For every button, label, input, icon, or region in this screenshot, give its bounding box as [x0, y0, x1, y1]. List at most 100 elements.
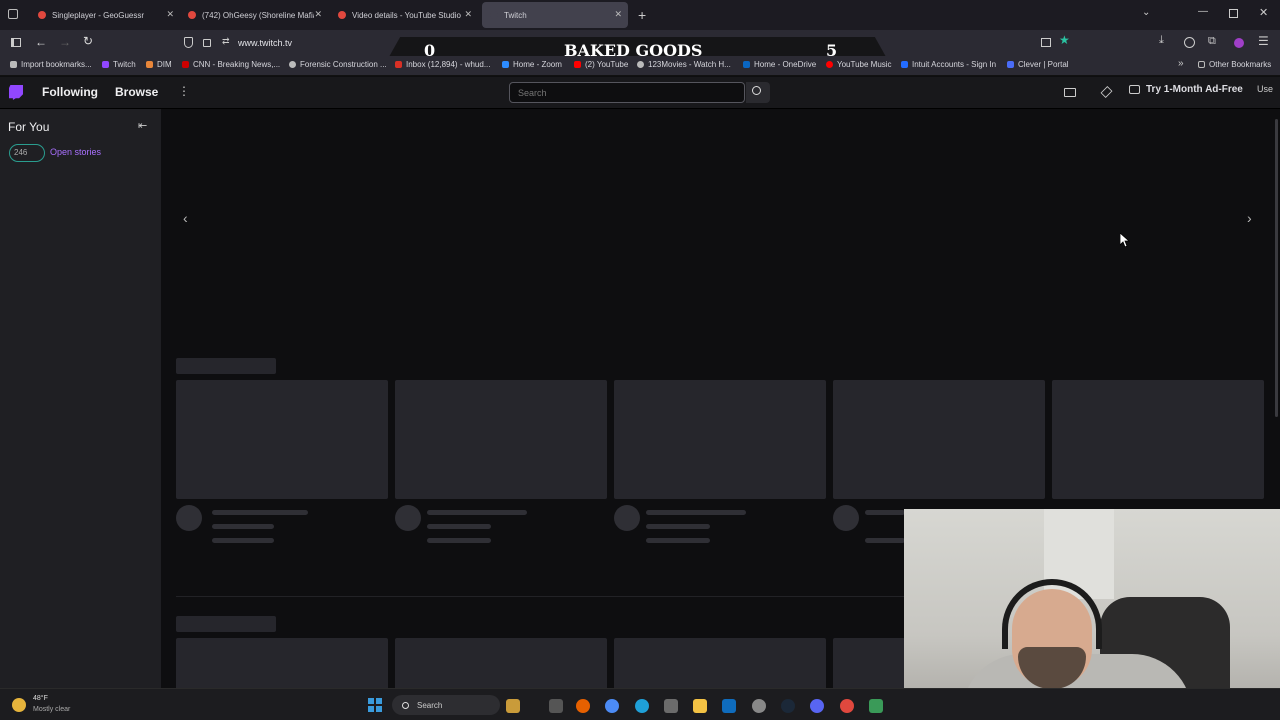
for-you-heading: For You: [8, 120, 50, 134]
bookmark-youtube-music[interactable]: YouTube Music: [826, 60, 892, 69]
zoom-icon: [502, 61, 509, 68]
widgets-icon[interactable]: [506, 699, 520, 713]
lock-icon[interactable]: [203, 39, 211, 47]
bookmark-123movies[interactable]: 123Movies - Watch H...: [637, 60, 731, 69]
media-player-icon[interactable]: [840, 699, 854, 713]
carousel-prev-icon[interactable]: ‹: [183, 210, 188, 226]
bookmark-inbox[interactable]: Inbox (12,894) - whud...: [395, 60, 491, 69]
tab-youtube-ohgeesy[interactable]: (742) OhGeesy (Shoreline Mafia ✕: [180, 2, 328, 28]
settings-icon[interactable]: [752, 699, 766, 713]
stream-card-skeleton[interactable]: [176, 380, 388, 499]
user-menu-partial[interactable]: Use: [1257, 84, 1273, 94]
twitch-logo-icon[interactable]: [9, 85, 23, 100]
close-icon[interactable]: ✕: [464, 9, 472, 20]
other-bookmarks[interactable]: Other Bookmarks: [1198, 60, 1271, 69]
avatar: [833, 505, 859, 531]
minimize-icon[interactable]: —: [1198, 6, 1208, 17]
stream-card-skeleton[interactable]: [395, 380, 607, 499]
search-icon: [402, 701, 409, 709]
task-view-icon[interactable]: [549, 699, 563, 713]
reader-view-icon[interactable]: [1041, 38, 1051, 47]
bookmark-clever[interactable]: Clever | Portal: [1007, 60, 1069, 69]
permissions-icon[interactable]: ⇄: [222, 36, 230, 47]
discord-icon[interactable]: [810, 699, 824, 713]
store-icon[interactable]: [664, 699, 678, 713]
bookmark-star-icon[interactable]: ★: [1059, 33, 1070, 47]
copilot-icon[interactable]: [605, 699, 619, 713]
file-explorer-icon[interactable]: [693, 699, 707, 713]
profile-icon[interactable]: [1234, 38, 1244, 48]
close-window-icon[interactable]: ✕: [1259, 6, 1268, 19]
bookmark-import[interactable]: Import bookmarks...: [10, 60, 92, 69]
section-title-skeleton: [176, 616, 276, 632]
bookmark-cnn[interactable]: CNN - Breaking News,...: [182, 60, 280, 69]
subtitle-skeleton: [427, 538, 491, 543]
list-all-tabs-icon[interactable]: ⌄: [1142, 7, 1150, 18]
sidebar-toggle-icon[interactable]: [11, 38, 21, 47]
restore-icon[interactable]: [1229, 9, 1238, 18]
open-stories-link[interactable]: Open stories: [50, 147, 101, 157]
obs-app-icon[interactable]: [869, 699, 883, 713]
stream-card-skeleton[interactable]: [1052, 380, 1264, 499]
new-tab-icon[interactable]: +: [638, 7, 646, 23]
intuit-icon: [901, 61, 908, 68]
inbox-icon[interactable]: [1064, 88, 1076, 97]
bits-icon[interactable]: [1100, 86, 1113, 98]
close-icon[interactable]: ✕: [166, 9, 174, 20]
tab-label: (742) OhGeesy (Shoreline Mafia: [202, 10, 314, 20]
bookmark-intuit[interactable]: Intuit Accounts - Sign In: [901, 60, 996, 69]
search-input[interactable]: [509, 82, 745, 103]
back-icon[interactable]: ←: [35, 35, 47, 49]
stories-badge[interactable]: 246: [9, 144, 45, 162]
windows-start-icon[interactable]: [368, 698, 382, 712]
other-bookmarks-label: Other Bookmarks: [1209, 60, 1272, 69]
twitch-icon: [102, 61, 109, 68]
subtitle-skeleton: [212, 524, 274, 529]
outlook-icon[interactable]: [722, 699, 736, 713]
firefox-icon[interactable]: [576, 699, 590, 713]
bookmarks-overflow-icon[interactable]: »: [1178, 58, 1184, 69]
close-icon[interactable]: ✕: [614, 9, 622, 20]
carousel-next-icon[interactable]: ›: [1247, 210, 1252, 226]
browse-link[interactable]: Browse: [115, 85, 158, 99]
collapse-sidebar-icon[interactable]: ⇤: [138, 119, 147, 132]
extensions-icon[interactable]: ⧉: [1208, 35, 1216, 48]
weather-temp[interactable]: 48°F: [33, 695, 48, 702]
steam-icon[interactable]: [781, 699, 795, 713]
tab-youtube-studio[interactable]: Video details - YouTube Studio ✕: [330, 2, 478, 28]
bookmark-zoom[interactable]: Home - Zoom: [502, 60, 562, 69]
tab-twitch[interactable]: Twitch ✕: [482, 2, 628, 28]
weather-icon[interactable]: [12, 698, 26, 712]
clever-icon: [1007, 61, 1014, 68]
stream-card-skeleton[interactable]: [833, 380, 1045, 499]
bookmark-dim[interactable]: DIM: [146, 60, 172, 69]
scrollbar[interactable]: [1275, 119, 1278, 417]
reload-icon[interactable]: ↻: [83, 34, 93, 48]
subtitle-skeleton: [646, 524, 710, 529]
try-ad-free-button[interactable]: Try 1-Month Ad-Free: [1129, 84, 1243, 95]
shield-icon[interactable]: [184, 37, 193, 48]
bookmark-forensic[interactable]: Forensic Construction ...: [289, 60, 387, 69]
address-bar[interactable]: www.twitch.tv: [238, 38, 292, 48]
following-link[interactable]: Following: [42, 85, 98, 99]
account-icon[interactable]: [1184, 37, 1195, 48]
bookmark-twitch[interactable]: Twitch: [102, 60, 136, 69]
downloads-icon[interactable]: ⤓: [1159, 34, 1164, 47]
bookmark-youtube[interactable]: (2) YouTube: [574, 60, 628, 69]
dim-icon: [146, 61, 153, 68]
app-menu-icon[interactable]: ☰: [1258, 34, 1269, 48]
taskbar-search[interactable]: Search: [392, 695, 500, 715]
close-icon[interactable]: ✕: [314, 9, 322, 20]
bookmark-label: Clever | Portal: [1018, 60, 1069, 69]
stream-card-skeleton[interactable]: [614, 380, 826, 499]
bookmark-label: Forensic Construction ...: [300, 60, 387, 69]
tab-list-icon[interactable]: [8, 9, 18, 19]
more-menu-icon[interactable]: ⋮: [178, 84, 190, 98]
subtitle-skeleton: [865, 538, 905, 543]
edge-icon[interactable]: [635, 699, 649, 713]
tab-geoguessr[interactable]: Singleplayer - GeoGuessr ✕: [30, 2, 180, 28]
bookmark-onedrive[interactable]: Home - OneDrive: [743, 60, 816, 69]
bookmark-label: Home - Zoom: [513, 60, 562, 69]
weather-status[interactable]: Mostly clear: [33, 706, 70, 713]
youtube-favicon-icon: [188, 11, 196, 19]
